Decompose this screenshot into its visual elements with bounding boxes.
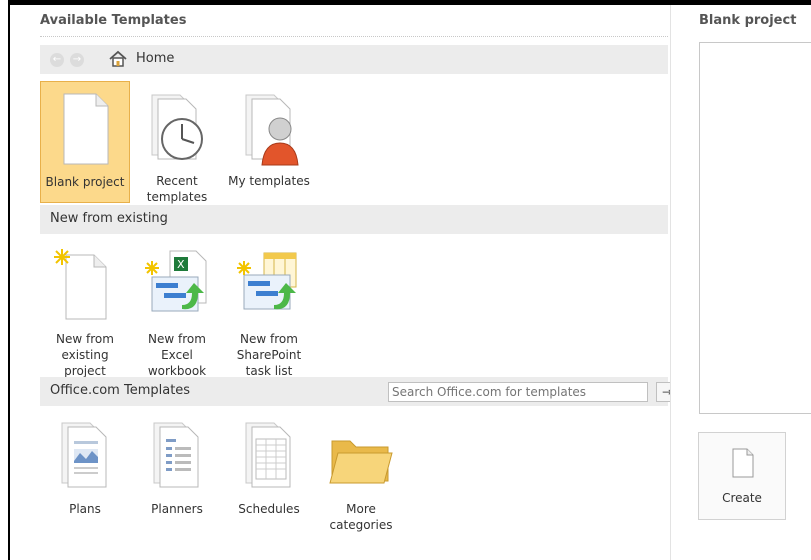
section-new-from-existing: New from existing — [40, 205, 668, 234]
plans-document-icon — [50, 417, 120, 495]
user-document-icon — [234, 89, 304, 167]
tile-label: Schedules — [238, 502, 300, 516]
tile-label: Blank project — [45, 175, 125, 189]
tile-label: Plans — [69, 502, 101, 516]
section-office-templates: Office.com Templates → — [40, 377, 678, 406]
tile-label: New from existing project — [56, 332, 114, 378]
tile-label: More categories — [329, 502, 393, 532]
tile-more-categories[interactable]: More categories — [316, 409, 406, 533]
tile-label: New from Excel workbook — [147, 332, 207, 378]
tile-new-from-excel-workbook[interactable]: X New from Excel workbook — [132, 239, 222, 379]
planners-document-icon — [142, 417, 212, 495]
tile-label: Recent templates — [146, 174, 208, 204]
create-document-icon — [732, 448, 754, 478]
available-templates-pane: Available Templates ← → Home Blank proje… — [12, 5, 678, 560]
svg-text:X: X — [177, 258, 185, 271]
preview-title: Blank project — [699, 13, 797, 28]
folder-icon — [326, 417, 396, 495]
tile-recent-templates[interactable]: Recent templates — [132, 81, 222, 204]
create-button[interactable]: Create — [698, 432, 786, 520]
create-label: Create — [722, 491, 762, 505]
home-icon[interactable] — [108, 49, 128, 69]
section-header: Office.com Templates — [50, 383, 191, 398]
tile-my-templates[interactable]: My templates — [224, 81, 314, 203]
section-header: New from existing — [50, 211, 168, 226]
tile-schedules[interactable]: Schedules — [224, 409, 314, 517]
excel-workbook-icon: X — [142, 247, 212, 325]
title-divider — [40, 36, 668, 37]
preview-panel: Blank project Create — [670, 5, 811, 560]
navigation-bar: ← → Home — [40, 45, 668, 74]
available-templates-title: Available Templates — [40, 13, 187, 28]
forward-arrow-icon[interactable]: → — [70, 53, 84, 67]
tile-label: Planners — [151, 502, 203, 516]
tile-label: New from SharePoint task list — [236, 332, 302, 378]
schedules-document-icon — [234, 417, 304, 495]
back-arrow-icon[interactable]: ← — [50, 53, 64, 67]
search-input[interactable] — [388, 382, 648, 402]
blank-document-icon — [50, 90, 120, 168]
sharepoint-list-icon — [234, 247, 304, 325]
template-preview — [699, 42, 811, 414]
tile-planners[interactable]: Planners — [132, 409, 222, 517]
tile-plans[interactable]: Plans — [40, 409, 130, 517]
tile-new-from-existing-project[interactable]: New from existing project — [40, 239, 130, 379]
tile-blank-project[interactable]: Blank project — [40, 81, 130, 203]
tile-label: My templates — [228, 174, 310, 188]
new-project-icon — [50, 247, 120, 325]
window-left-border — [0, 0, 10, 560]
home-breadcrumb[interactable]: Home — [136, 51, 174, 66]
tile-new-from-sharepoint-task-list[interactable]: New from SharePoint task list — [224, 239, 314, 379]
clock-document-icon — [142, 89, 212, 167]
